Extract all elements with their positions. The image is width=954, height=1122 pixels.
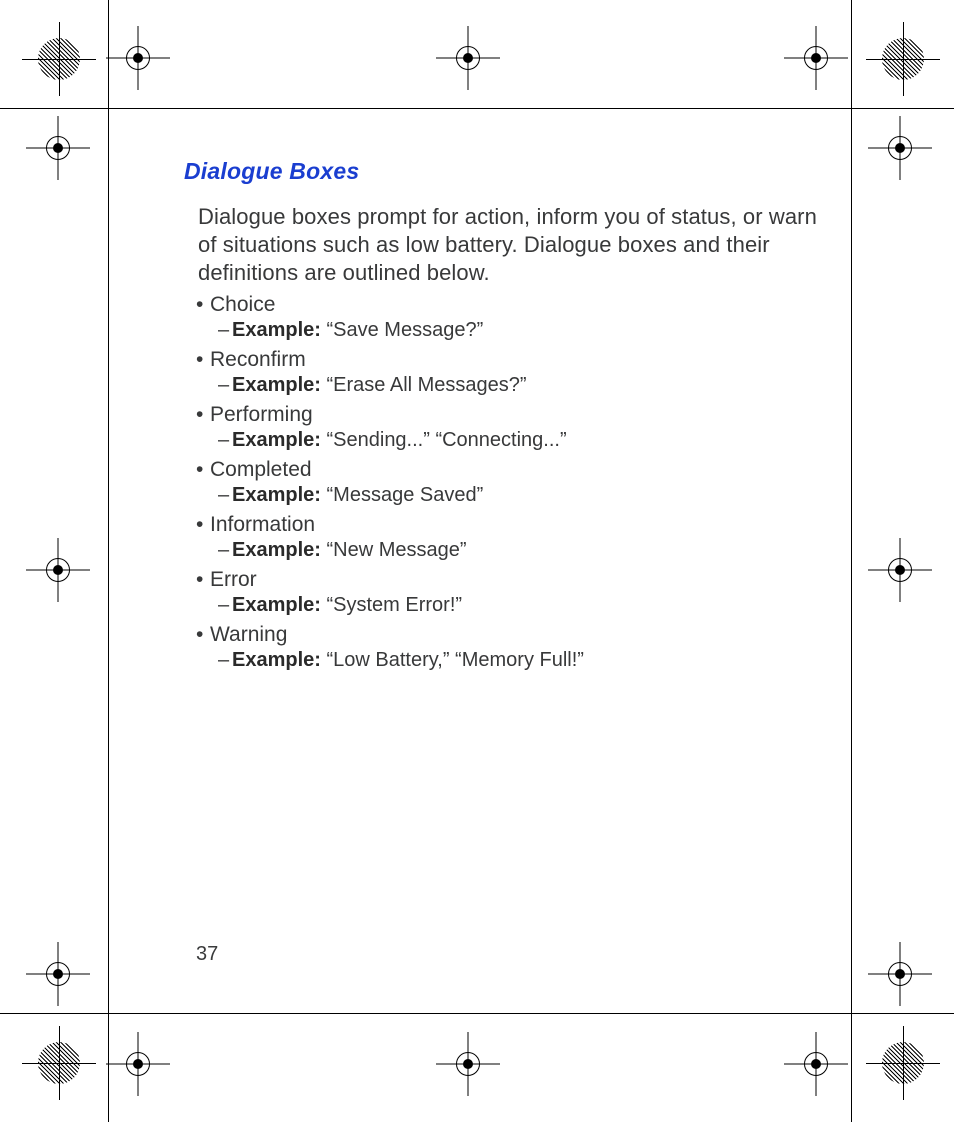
registration-mark-icon (880, 128, 920, 168)
bullet-icon: • (196, 568, 210, 592)
list-item: •Information –Example: “New Message” (198, 513, 822, 562)
example-text: “System Error!” (327, 594, 463, 616)
example-label: Example: (232, 594, 321, 616)
example-label: Example: (232, 374, 321, 396)
registration-mark-icon (38, 954, 78, 994)
dash-icon: – (218, 429, 232, 452)
bullet-icon: • (196, 348, 210, 372)
crop-line-left (108, 0, 109, 1122)
example-text: “Low Battery,” “Memory Full!” (327, 649, 584, 671)
registration-mark-icon (880, 954, 920, 994)
bullet-icon: • (196, 513, 210, 537)
page-title: Dialogue Boxes (184, 158, 822, 185)
list-item: •Reconfirm –Example: “Erase All Messages… (198, 348, 822, 397)
list-item: •Performing –Example: “Sending...” “Conn… (198, 403, 822, 452)
item-name: Completed (210, 458, 312, 481)
registration-hatch-icon (38, 38, 80, 80)
list-item: •Choice –Example: “Save Message?” (198, 293, 822, 342)
item-name: Error (210, 568, 257, 591)
list-subitem: –Example: “Erase All Messages?” (218, 374, 822, 397)
bullet-icon: • (196, 623, 210, 647)
item-name: Information (210, 513, 315, 536)
registration-mark-icon (118, 38, 158, 78)
registration-mark-icon (38, 128, 78, 168)
example-label: Example: (232, 429, 321, 451)
crop-line-top (0, 108, 954, 109)
item-name: Warning (210, 623, 287, 646)
example-label: Example: (232, 484, 321, 506)
registration-mark-icon (118, 1044, 158, 1084)
example-label: Example: (232, 649, 321, 671)
crop-line-bottom (0, 1013, 954, 1014)
list-subitem: –Example: “Message Saved” (218, 484, 822, 507)
registration-hatch-icon (882, 1042, 924, 1084)
page-content: Dialogue Boxes Dialogue boxes prompt for… (184, 158, 822, 678)
crop-line-right (851, 0, 852, 1122)
example-label: Example: (232, 319, 321, 341)
dialogue-type-list: •Choice –Example: “Save Message?” •Recon… (198, 293, 822, 672)
list-subitem: –Example: “Low Battery,” “Memory Full!” (218, 649, 822, 672)
registration-mark-icon (448, 1044, 488, 1084)
list-item: •Error –Example: “System Error!” (198, 568, 822, 617)
item-name: Choice (210, 293, 275, 316)
list-subitem: –Example: “Sending...” “Connecting...” (218, 429, 822, 452)
registration-hatch-icon (38, 1042, 80, 1084)
dash-icon: – (218, 539, 232, 562)
example-text: “Sending...” “Connecting...” (327, 429, 567, 451)
example-label: Example: (232, 539, 321, 561)
example-text: “Erase All Messages?” (327, 374, 527, 396)
item-name: Reconfirm (210, 348, 306, 371)
page-number: 37 (196, 943, 218, 966)
example-text: “Save Message?” (327, 319, 484, 341)
example-text: “New Message” (327, 539, 467, 561)
bullet-icon: • (196, 293, 210, 317)
item-name: Performing (210, 403, 313, 426)
registration-mark-icon (448, 38, 488, 78)
list-subitem: –Example: “Save Message?” (218, 319, 822, 342)
bullet-icon: • (196, 403, 210, 427)
dash-icon: – (218, 374, 232, 397)
list-subitem: –Example: “System Error!” (218, 594, 822, 617)
registration-mark-icon (796, 38, 836, 78)
dash-icon: – (218, 594, 232, 617)
bullet-icon: • (196, 458, 210, 482)
dash-icon: – (218, 319, 232, 342)
list-subitem: –Example: “New Message” (218, 539, 822, 562)
list-item: •Warning –Example: “Low Battery,” “Memor… (198, 623, 822, 672)
registration-mark-icon (38, 550, 78, 590)
example-text: “Message Saved” (327, 484, 484, 506)
list-item: •Completed –Example: “Message Saved” (198, 458, 822, 507)
dash-icon: – (218, 484, 232, 507)
intro-paragraph: Dialogue boxes prompt for action, inform… (198, 203, 822, 287)
registration-mark-icon (880, 550, 920, 590)
dash-icon: – (218, 649, 232, 672)
registration-mark-icon (796, 1044, 836, 1084)
registration-hatch-icon (882, 38, 924, 80)
